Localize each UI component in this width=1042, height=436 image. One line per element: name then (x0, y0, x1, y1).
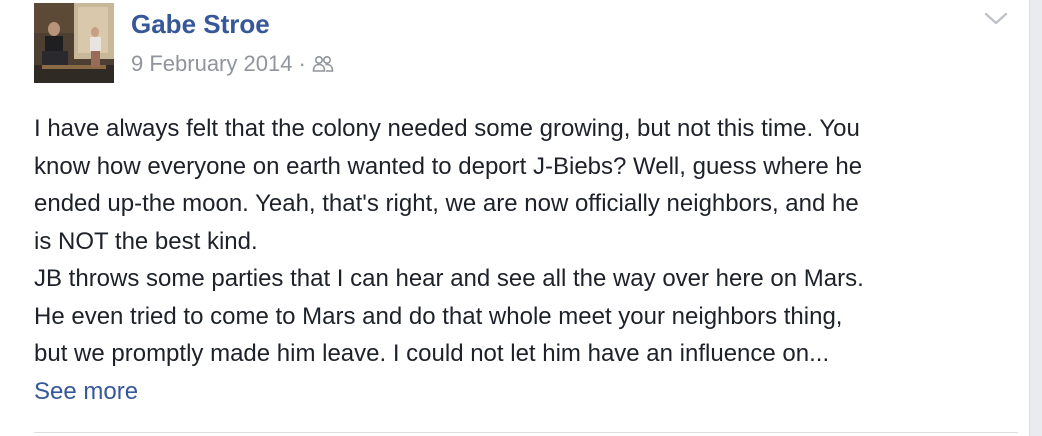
divider (34, 432, 1018, 433)
chevron-down-icon[interactable] (982, 8, 1010, 30)
avatar[interactable] (34, 3, 114, 83)
post-paragraph-2: JB throws some parties that I can hear a… (34, 265, 864, 367)
see-more-link[interactable]: See more (34, 373, 1014, 411)
post-paragraph-1: I have always felt that the colony neede… (34, 115, 863, 255)
post-card: Gabe Stroe 9 February 2014 · I have alwa… (0, 0, 1030, 436)
author-name[interactable]: Gabe Stroe (131, 8, 270, 40)
post-date[interactable]: 9 February 2014 (131, 51, 292, 77)
post-meta: 9 February 2014 · (131, 50, 334, 78)
post-body: I have always felt that the colony neede… (34, 110, 1014, 410)
meta-separator: · (298, 51, 306, 76)
avatar-photo (34, 3, 114, 83)
friends-icon[interactable] (312, 55, 334, 73)
